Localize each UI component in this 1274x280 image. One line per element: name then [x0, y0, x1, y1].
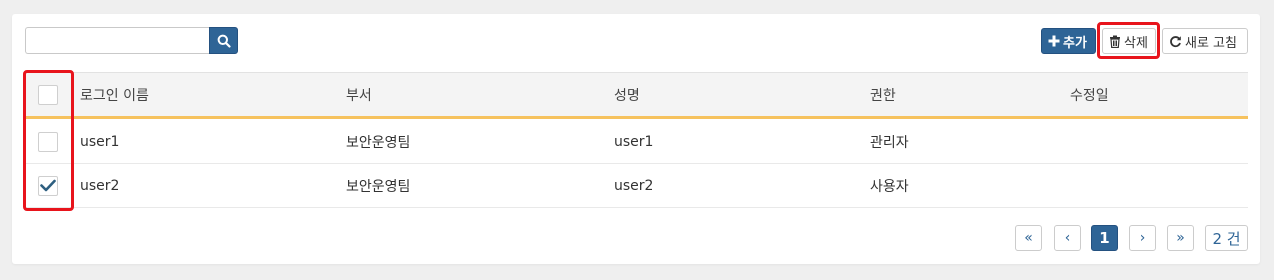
- cell-role: 관리자: [870, 134, 909, 151]
- select-all-checkbox[interactable]: [37, 84, 58, 105]
- column-header-login[interactable]: 로그인 이름: [80, 73, 149, 116]
- row-checkbox[interactable]: [37, 131, 58, 152]
- check-icon: [39, 179, 56, 192]
- column-header-name[interactable]: 성명: [614, 73, 640, 116]
- cell-login: user2: [80, 177, 120, 194]
- cell-department: 보안운영팀: [346, 178, 411, 195]
- trash-icon: [1109, 35, 1121, 48]
- table-row[interactable]: user1 보안운영팀 user1 관리자: [25, 120, 1248, 164]
- first-page-button[interactable]: «: [1015, 225, 1042, 251]
- refresh-icon: [1169, 35, 1182, 48]
- delete-button-label: 삭제: [1124, 35, 1148, 51]
- table-row[interactable]: user2 보안운영팀 user2 사용자: [25, 164, 1248, 208]
- cell-role: 사용자: [870, 178, 909, 195]
- row-select-cell: [25, 164, 70, 207]
- search-button[interactable]: [209, 27, 238, 54]
- plus-icon: [1048, 35, 1060, 47]
- cell-department: 보안운영팀: [346, 134, 411, 151]
- table-header: 로그인 이름 부서 성명 권한 수정일: [25, 72, 1248, 119]
- refresh-button[interactable]: 새로 고침: [1162, 28, 1248, 54]
- row-checkbox[interactable]: [37, 175, 58, 196]
- delete-button[interactable]: 삭제: [1102, 28, 1156, 54]
- cell-name: user1: [614, 133, 654, 150]
- search-input[interactable]: [25, 27, 209, 54]
- cell-name: user2: [614, 177, 654, 194]
- row-select-cell: [25, 120, 70, 163]
- column-header-modified[interactable]: 수정일: [1070, 73, 1109, 116]
- column-header-role[interactable]: 권한: [870, 73, 896, 116]
- select-all-cell: [25, 73, 70, 116]
- previous-page-button[interactable]: ‹: [1054, 225, 1081, 251]
- cell-login: user1: [80, 133, 120, 150]
- add-button-label: 추가: [1063, 35, 1087, 51]
- add-button[interactable]: 추가: [1041, 28, 1096, 54]
- column-header-department[interactable]: 부서: [346, 73, 372, 116]
- next-page-button[interactable]: ›: [1129, 225, 1156, 251]
- current-page-button[interactable]: 1: [1091, 225, 1118, 251]
- total-count: 2 건: [1205, 225, 1248, 251]
- search-icon: [217, 34, 231, 48]
- last-page-button[interactable]: »: [1167, 225, 1194, 251]
- refresh-button-label: 새로 고침: [1185, 35, 1237, 51]
